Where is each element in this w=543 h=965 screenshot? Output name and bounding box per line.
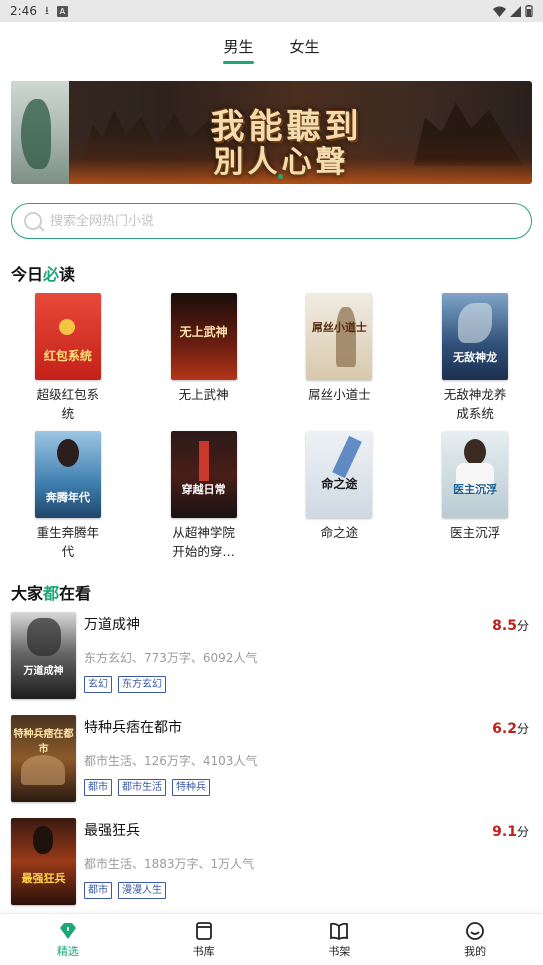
book-meta: 都市生活、1883万字、1万人气 <box>84 857 255 871</box>
score: 6.2分 <box>492 721 529 737</box>
book-title: 从超神学院开始的穿… <box>172 525 235 559</box>
tag[interactable]: 漫漫人生 <box>118 882 166 899</box>
status-time: 2:46 <box>10 4 37 18</box>
bottom-nav: 精选 书库 书架 我的 <box>0 913 543 965</box>
search-input[interactable] <box>50 213 490 229</box>
book-title: 重生奔腾年代 <box>36 525 100 559</box>
book-card[interactable]: 穿越日常 从超神学院开始的穿… <box>136 431 272 561</box>
nav-label: 我的 <box>464 944 487 958</box>
search-icon <box>24 212 42 230</box>
book-card[interactable]: 屌丝小道士 屌丝小道士 <box>272 293 408 423</box>
list-item[interactable]: 最强狂兵 最强狂兵 都市生活、1883万字、1万人气 都市 漫漫人生 9.1分 <box>0 818 543 906</box>
app-page: 2:46 ⭳ A 男生 女生 我能聽到 別人心聲 今日必读 <box>0 0 543 965</box>
download-icon: ⭳ <box>44 3 49 17</box>
book-cover: 万道成神 <box>11 612 76 699</box>
tag[interactable]: 都市生活 <box>118 779 166 796</box>
signal-icon <box>510 5 521 17</box>
book-title: 无上武神 <box>178 387 229 402</box>
tab-male[interactable]: 男生 <box>223 22 254 70</box>
book-card[interactable]: 医主沉浮 医主沉浮 <box>407 431 543 561</box>
book-cover: 穿越日常 <box>170 431 237 518</box>
status-bar: 2:46 ⭳ A <box>0 0 543 22</box>
nav-bookshelf[interactable]: 书架 <box>272 914 408 965</box>
section-title-popular: 大家都在看 <box>11 584 92 603</box>
book-title: 特种兵痞在都市 <box>84 720 182 736</box>
library-icon <box>195 921 212 940</box>
book-meta: 都市生活、126万字、4103人气 <box>84 754 258 768</box>
nav-label: 精选 <box>56 944 79 958</box>
book-card[interactable]: 无敌神龙 无敌神龙养成系统 <box>407 293 543 423</box>
promo-banner[interactable]: 我能聽到 別人心聲 <box>11 81 532 184</box>
tag[interactable]: 都市 <box>84 779 112 796</box>
tag-list: 玄幻 东方玄幻 <box>84 676 166 693</box>
book-title: 超级红包系统 <box>36 387 100 421</box>
search-bar[interactable] <box>11 203 532 239</box>
book-cover: 红包系统 <box>34 293 101 380</box>
nav-label: 书架 <box>328 944 351 958</box>
book-cover: 最强狂兵 <box>11 818 76 905</box>
book-cover: 特种兵痞在都市 <box>11 715 76 802</box>
list-item[interactable]: 万道成神 万道成神 东方玄幻、773万字、6092人气 玄幻 东方玄幻 8.5分 <box>0 612 543 700</box>
gender-tabs: 男生 女生 <box>0 22 543 70</box>
book-cover: 奔腾年代 <box>34 431 101 518</box>
tag[interactable]: 玄幻 <box>84 676 112 693</box>
tag-list: 都市 都市生活 特种兵 <box>84 779 210 796</box>
book-cover: 无上武神 <box>170 293 237 380</box>
list-item[interactable]: 特种兵痞在都市 特种兵痞在都市 都市生活、126万字、4103人气 都市 都市生… <box>0 715 543 803</box>
tag[interactable]: 东方玄幻 <box>118 676 166 693</box>
diamond-icon <box>59 922 76 939</box>
book-cover: 无敌神龙 <box>442 293 509 380</box>
book-title: 万道成神 <box>84 617 140 633</box>
tag[interactable]: 都市 <box>84 882 112 899</box>
notification-icon: A <box>56 5 68 17</box>
book-title: 无敌神龙养成系统 <box>443 387 507 421</box>
book-title: 屌丝小道士 <box>308 387 371 402</box>
section-title-today: 今日必读 <box>11 265 76 284</box>
smile-icon <box>466 921 485 940</box>
nav-library[interactable]: 书库 <box>136 914 272 965</box>
book-cover: 屌丝小道士 <box>306 293 373 380</box>
nav-label: 书库 <box>192 944 215 958</box>
book-icon <box>330 922 349 940</box>
banner-title-line2: 別人心聲 <box>213 145 350 180</box>
tag[interactable]: 特种兵 <box>172 779 210 796</box>
book-title: 最强狂兵 <box>84 823 140 839</box>
book-title: 医主沉浮 <box>450 525 501 540</box>
book-card[interactable]: 命之途 命之途 <box>272 431 408 561</box>
book-card[interactable]: 红包系统 超级红包系统 <box>0 293 136 423</box>
book-cover: 命之途 <box>306 431 373 518</box>
tag-list: 都市 漫漫人生 <box>84 882 166 899</box>
nav-profile[interactable]: 我的 <box>407 914 543 965</box>
book-cover: 医主沉浮 <box>442 431 509 518</box>
today-grid-row-2: 奔腾年代 重生奔腾年代 穿越日常 从超神学院开始的穿… 命之途 命之途 医主沉浮 <box>0 431 543 561</box>
tab-female[interactable]: 女生 <box>290 22 320 70</box>
book-title: 命之途 <box>320 525 359 540</box>
score: 8.5分 <box>492 618 529 634</box>
nav-featured[interactable]: 精选 <box>0 914 136 965</box>
today-grid-row-1: 红包系统 超级红包系统 无上武神 无上武神 屌丝小道士 屌丝小道士 无敌神龙 无… <box>0 293 543 423</box>
book-meta: 东方玄幻、773万字、6092人气 <box>84 651 258 665</box>
book-card[interactable]: 无上武神 无上武神 <box>136 293 272 423</box>
book-card[interactable]: 奔腾年代 重生奔腾年代 <box>0 431 136 561</box>
carousel-dot-active <box>278 174 283 179</box>
score: 9.1分 <box>492 824 529 840</box>
wifi-icon <box>493 6 506 17</box>
battery-icon <box>525 5 533 17</box>
